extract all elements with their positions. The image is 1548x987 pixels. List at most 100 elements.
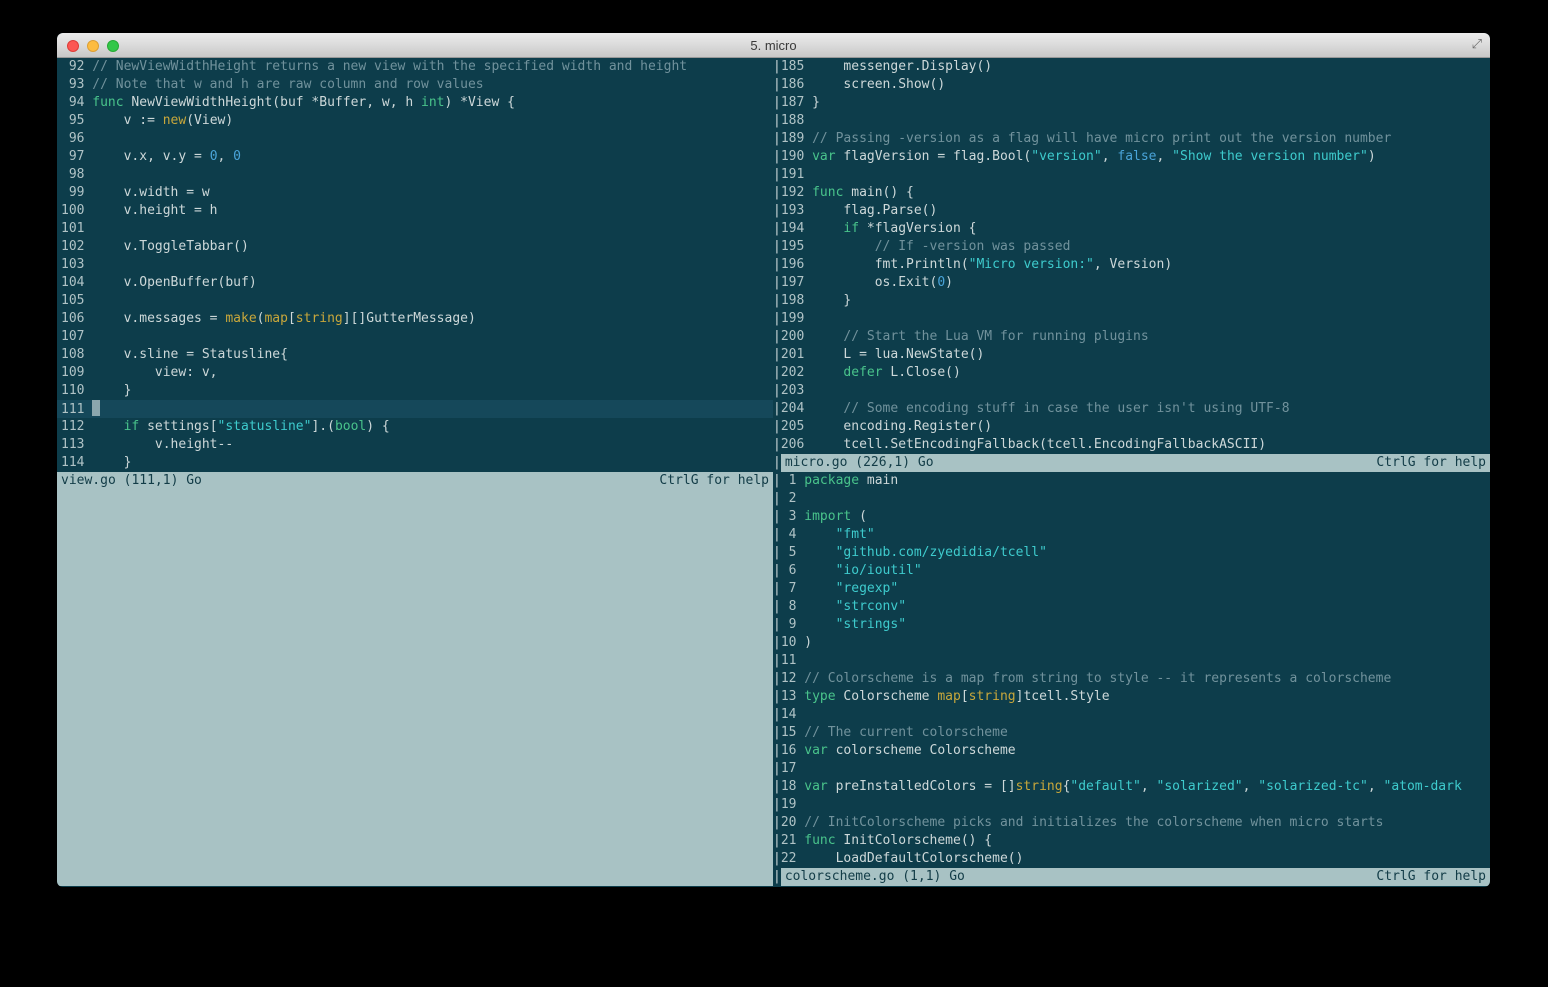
code-line[interactable]: |13 type Colorscheme map[string]tcell.Sty… — [773, 688, 1490, 706]
code-line[interactable]: 97 v.x, v.y = 0, 0 — [57, 148, 773, 166]
code-line[interactable]: 101 — [57, 220, 773, 238]
code-line[interactable]: |198 } — [773, 292, 1490, 310]
code-line[interactable]: |11 — [773, 652, 1490, 670]
line-number: 13 — [780, 689, 797, 704]
code-line[interactable]: |19 — [773, 796, 1490, 814]
code-line[interactable]: |20 // InitColorscheme picks and initiali… — [773, 814, 1490, 832]
code-line[interactable]: | 2 — [773, 490, 1490, 508]
code-line[interactable]: |197 os.Exit(0) — [773, 274, 1490, 292]
code-line[interactable]: |203 — [773, 382, 1490, 400]
resize-icon[interactable]: ⤢ — [1472, 36, 1482, 52]
code-line[interactable]: | 3 import ( — [773, 508, 1490, 526]
vertical-split-divider: | — [773, 707, 781, 722]
code-line[interactable]: | 8 "strconv" — [773, 598, 1490, 616]
vertical-split-divider: | — [773, 77, 781, 92]
code-line[interactable]: 95 v := new(View) — [57, 112, 773, 130]
code-line[interactable]: 103 — [57, 256, 773, 274]
line-number: 19 — [780, 797, 797, 812]
line-number: 105 — [61, 293, 85, 308]
code-line[interactable]: 93 // Note that w and h are raw column an… — [57, 76, 773, 94]
code-line[interactable]: | 1 package main — [773, 472, 1490, 490]
code-line[interactable]: |195 // If -version was passed — [773, 238, 1490, 256]
code-line[interactable]: | 7 "regexp" — [773, 580, 1490, 598]
code-line[interactable]: |187} — [773, 94, 1490, 112]
zoom-button[interactable] — [107, 39, 119, 52]
code-line[interactable]: 108 v.sline = Statusline{ — [57, 346, 773, 364]
code-line[interactable]: 98 — [57, 166, 773, 184]
vertical-split-divider: | — [773, 275, 781, 290]
code-line[interactable]: 112 if settings["statusline"].(bool) { — [57, 418, 773, 436]
code-text: } — [812, 293, 852, 308]
editor-pane-right-split: |185 messenger.Display() |186 screen.Show… — [773, 58, 1490, 886]
window-title: 5. micro — [750, 37, 797, 53]
code-line[interactable]: 100 v.height = h — [57, 202, 773, 220]
code-line[interactable]: |189 // Passing -version as a flag will h… — [773, 130, 1490, 148]
code-line[interactable]: |16 var colorscheme Colorscheme — [773, 742, 1490, 760]
title-bar[interactable]: 5. micro ⤢ — [57, 33, 1490, 58]
code-line[interactable]: |15 // The current colorscheme — [773, 724, 1490, 742]
vertical-split-divider: | — [773, 95, 781, 110]
code-line[interactable]: |18 var preInstalledColors = []string{"de… — [773, 778, 1490, 796]
vertical-split-divider: | — [773, 257, 781, 272]
code-line[interactable]: |199 — [773, 310, 1490, 328]
vertical-split-divider[interactable]: | — [773, 454, 781, 472]
code-line[interactable]: 110 } — [57, 382, 773, 400]
statusbar-file-info: micro.go (226,1) Go — [784, 455, 934, 470]
code-text: v.width = w — [92, 185, 210, 200]
code-line[interactable]: 109 view: v, — [57, 364, 773, 382]
code-line[interactable]: | 9 "strings" — [773, 616, 1490, 634]
code-line[interactable]: |200 // Start the Lua VM for running plu… — [773, 328, 1490, 346]
code-line[interactable]: |17 — [773, 760, 1490, 778]
code-text: "github.com/zyedidia/tcell" — [835, 545, 1047, 560]
code-area-colorscheme-go[interactable]: | 1 package main | 2 | 3 import (| 4 "fmt" | 5 "gi… — [773, 472, 1490, 868]
code-line[interactable]: |188 — [773, 112, 1490, 130]
code-line[interactable]: |22 LoadDefaultColorscheme() — [773, 850, 1490, 868]
code-line[interactable]: 113 v.height-- — [57, 436, 773, 454]
code-line[interactable]: |196 fmt.Println("Micro version:", Versi… — [773, 256, 1490, 274]
code-line[interactable]: |205 encoding.Register() — [773, 418, 1490, 436]
code-line[interactable]: |191 — [773, 166, 1490, 184]
code-line[interactable]: 96 — [57, 130, 773, 148]
code-line[interactable]: |201 L = lua.NewState() — [773, 346, 1490, 364]
code-line[interactable]: 114 } — [57, 454, 773, 472]
line-number: 190 — [780, 149, 805, 164]
code-line[interactable]: 105 — [57, 292, 773, 310]
code-line[interactable]: 102 v.ToggleTabbar() — [57, 238, 773, 256]
code-text: defer L.Close() — [843, 365, 961, 380]
line-number: 15 — [780, 725, 797, 740]
code-line[interactable]: |186 screen.Show() — [773, 76, 1490, 94]
code-line[interactable]: |21 func InitColorscheme() { — [773, 832, 1490, 850]
code-area-micro-go[interactable]: |185 messenger.Display() |186 screen.Show… — [773, 58, 1490, 454]
code-area-view-go[interactable]: 92 // NewViewWidthHeight returns a new vi… — [57, 58, 773, 472]
code-line[interactable]: 106 v.messages = make(map[string][]Gutte… — [57, 310, 773, 328]
code-line[interactable]: |185 messenger.Display() — [773, 58, 1490, 76]
code-line[interactable]: 99 v.width = w — [57, 184, 773, 202]
code-line[interactable]: 92 // NewViewWidthHeight returns a new vi… — [57, 58, 773, 76]
code-line[interactable]: | 4 "fmt" — [773, 526, 1490, 544]
code-line[interactable]: | 6 "io/ioutil" — [773, 562, 1490, 580]
code-line[interactable]: |190 var flagVersion = flag.Bool("version… — [773, 148, 1490, 166]
vertical-split-divider: | — [773, 473, 781, 488]
code-line[interactable]: 107 — [57, 328, 773, 346]
code-line[interactable]: |192 func main() { — [773, 184, 1490, 202]
code-line[interactable]: | 5 "github.com/zyedidia/tcell" — [773, 544, 1490, 562]
line-number: 104 — [61, 275, 85, 290]
line-number: 21 — [780, 833, 797, 848]
vertical-split-divider[interactable]: | — [773, 868, 781, 886]
code-line[interactable]: 111 — [57, 400, 773, 418]
code-line[interactable]: |206 tcell.SetEncodingFallback(tcell.Enc… — [773, 436, 1490, 454]
vertical-split-divider: | — [773, 365, 781, 380]
code-line[interactable]: |194 if *flagVersion { — [773, 220, 1490, 238]
vertical-split-divider: | — [773, 563, 781, 578]
code-line[interactable]: |193 flag.Parse() — [773, 202, 1490, 220]
code-line[interactable]: |10) — [773, 634, 1490, 652]
line-number: 20 — [780, 815, 797, 830]
minimize-button[interactable] — [87, 39, 99, 52]
code-line[interactable]: |202 defer L.Close() — [773, 364, 1490, 382]
code-line[interactable]: 104 v.OpenBuffer(buf) — [57, 274, 773, 292]
code-line[interactable]: |14 — [773, 706, 1490, 724]
code-line[interactable]: |204 // Some encoding stuff in case the … — [773, 400, 1490, 418]
close-button[interactable] — [67, 39, 79, 52]
code-line[interactable]: |12 // Colorscheme is a map from string t… — [773, 670, 1490, 688]
code-line[interactable]: 94 func NewViewWidthHeight(buf *Buffer, w… — [57, 94, 773, 112]
